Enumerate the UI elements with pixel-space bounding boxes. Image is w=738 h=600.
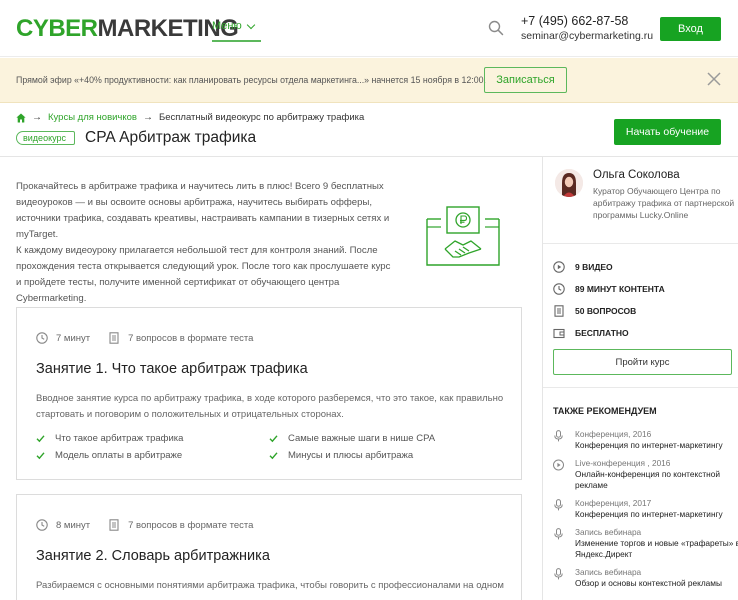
wallet-icon [553, 328, 565, 339]
recommendation-type: Запись вебинара [575, 567, 642, 577]
take-course-button[interactable]: Пройти курс [553, 349, 732, 375]
breadcrumb-current: Бесплатный видеокурс по арбитражу трафик… [158, 112, 365, 123]
recommendation-title[interactable]: Обзор и основы контекстной рекламы [575, 578, 738, 589]
list-item: Модель оплаты в арбитраже [36, 450, 269, 461]
divider [543, 387, 738, 388]
breadcrumb: → Курсы для новичков → Бесплатный видеок… [16, 112, 364, 123]
recommendation-type: Запись вебинара [575, 527, 642, 537]
signup-button[interactable]: Записаться [484, 67, 567, 93]
intro-paragraph: К каждому видеоуроку прилагается небольш… [16, 245, 391, 304]
home-icon[interactable] [16, 113, 26, 123]
recommendation-title[interactable]: Онлайн-конференция по контекстной реклам… [575, 469, 738, 491]
lesson-card[interactable]: 8 минут 7 вопросов в формате теста Занят… [16, 494, 522, 600]
divider [543, 243, 738, 244]
check-icon [36, 435, 45, 443]
recommendation-type: Конференция, 2016 [575, 429, 652, 439]
lesson-questions: 7 вопросов в формате теста [128, 332, 254, 344]
list-item: Самые важные шаги в нише CPA [269, 433, 502, 444]
avatar [555, 169, 583, 197]
menu-label: Меню [212, 20, 242, 32]
course-stats: 9 видео 89 минут контента 50 вопросов [553, 256, 665, 344]
clock-icon [36, 332, 48, 344]
lesson-description: Разбираемся с основными понятиями арбитр… [36, 580, 504, 591]
recommendation-item[interactable]: Live-конференция , 2016 Онлайн-конференц… [553, 458, 738, 491]
recommendation-title[interactable]: Конференция по интернет-маркетингу [575, 440, 738, 451]
lesson-meta: 7 минут 7 вопросов в формате теста [36, 332, 253, 344]
recommendation-item[interactable]: Конференция, 2016 Конференция по интерне… [553, 429, 738, 451]
stat-label: 89 минут контента [575, 284, 665, 294]
site-header: CYBERMARKETING Меню +7 (495) 662-87-58 s… [0, 0, 738, 57]
lesson-title[interactable]: Занятие 2. Словарь арбитражника [36, 548, 270, 564]
breadcrumb-link-beginners[interactable]: Курсы для новичков [48, 112, 137, 123]
stat-questions: 50 вопросов [553, 300, 665, 322]
lesson-topics: Что такое арбитраж трафика Самые важные … [36, 433, 506, 461]
lesson-card[interactable]: 7 минут 7 вопросов в формате теста Занят… [16, 307, 522, 480]
recommendation-item[interactable]: Запись вебинара Обзор и основы контекстн… [553, 567, 738, 589]
microphone-icon [554, 499, 563, 511]
list-item: Минусы и плюсы арбитража [269, 450, 502, 461]
course-type-tag: видеокурс [16, 131, 76, 145]
check-icon [269, 452, 278, 460]
stat-label: 50 вопросов [575, 306, 637, 316]
recommendations-list: Конференция, 2016 Конференция по интерне… [553, 429, 738, 596]
lesson-questions: 7 вопросов в формате теста [128, 519, 254, 531]
lesson-meta: 8 минут 7 вопросов в формате теста [36, 519, 253, 531]
document-icon [109, 519, 119, 531]
stat-videos: 9 видео [553, 256, 665, 278]
topic-label: Модель оплаты в арбитраже [55, 450, 183, 461]
check-icon [36, 452, 45, 460]
site-logo[interactable]: CYBERMARKETING [16, 15, 239, 43]
topic-label: Минусы и плюсы арбитража [288, 450, 414, 461]
email-link[interactable]: seminar@cybermarketing.ru [521, 30, 653, 42]
recommendations-heading: Также рекомендуем [553, 406, 657, 416]
microphone-icon [554, 430, 563, 442]
recommendation-type: Live-конференция , 2016 [575, 458, 671, 468]
clock-icon [36, 519, 48, 531]
breadcrumb-separator: → [142, 112, 153, 123]
author-role: Куратор Обучающего Центра по арбитражу т… [593, 186, 735, 220]
author-name: Ольга Соколова [593, 169, 680, 181]
microphone-icon [554, 528, 563, 540]
recommendation-item[interactable]: Запись вебинара Изменение торгов и новые… [553, 527, 738, 560]
author-photo [555, 169, 583, 197]
logo-part-green: CYBER [16, 15, 98, 42]
lesson-title[interactable]: Занятие 1. Что такое арбитраж трафика [36, 361, 308, 377]
page-title: CPA Арбитраж трафика [85, 129, 257, 146]
stat-minutes: 89 минут контента [553, 278, 665, 300]
intro-paragraph: Прокачайтесь в арбитраже трафика и научи… [16, 181, 390, 240]
handshake-money-icon [426, 206, 500, 266]
list-item: Что такое арбитраж трафика [36, 433, 269, 444]
stat-label: Бесплатно [575, 328, 629, 338]
play-icon [553, 459, 564, 471]
recommendation-title[interactable]: Конференция по интернет-маркетингу [575, 509, 738, 520]
close-icon[interactable] [707, 72, 721, 86]
check-icon [269, 435, 278, 443]
clock-icon [553, 283, 565, 295]
stat-label: 9 видео [575, 262, 613, 272]
chevron-down-icon [246, 20, 255, 30]
start-learning-button[interactable]: Начать обучение [614, 119, 721, 145]
document-icon [554, 305, 564, 317]
menu-dropdown[interactable]: Меню [212, 20, 261, 42]
topic-label: Что такое арбитраж трафика [55, 433, 184, 444]
search-icon[interactable] [488, 20, 504, 36]
recommendation-item[interactable]: Конференция, 2017 Конференция по интерне… [553, 498, 738, 520]
recommendation-title[interactable]: Изменение торгов и новые «трафареты» в Я… [575, 538, 738, 560]
announcement-banner: Прямой эфир «+40% продуктивности: как пл… [0, 58, 738, 103]
lesson-description: Вводное занятие курса по арбитражу трафи… [36, 393, 504, 420]
course-intro: Прокачайтесь в арбитраже трафика и научи… [16, 179, 396, 307]
course-sidebar: Ольга Соколова Куратор Обучающего Центра… [542, 157, 738, 600]
microphone-icon [554, 568, 563, 580]
recommendation-type: Конференция, 2017 [575, 498, 652, 508]
breadcrumb-separator: → [32, 112, 42, 123]
topic-label: Самые важные шаги в нише CPA [288, 433, 436, 444]
lesson-duration: 8 минут [56, 519, 91, 531]
document-icon [109, 332, 119, 344]
stat-price: Бесплатно [553, 322, 665, 344]
banner-text: Прямой эфир «+40% продуктивности: как пл… [16, 75, 486, 85]
login-button[interactable]: Вход [660, 17, 721, 41]
lesson-duration: 7 минут [56, 332, 91, 344]
phone-number[interactable]: +7 (495) 662-87-58 [521, 14, 628, 28]
play-icon [553, 261, 565, 273]
